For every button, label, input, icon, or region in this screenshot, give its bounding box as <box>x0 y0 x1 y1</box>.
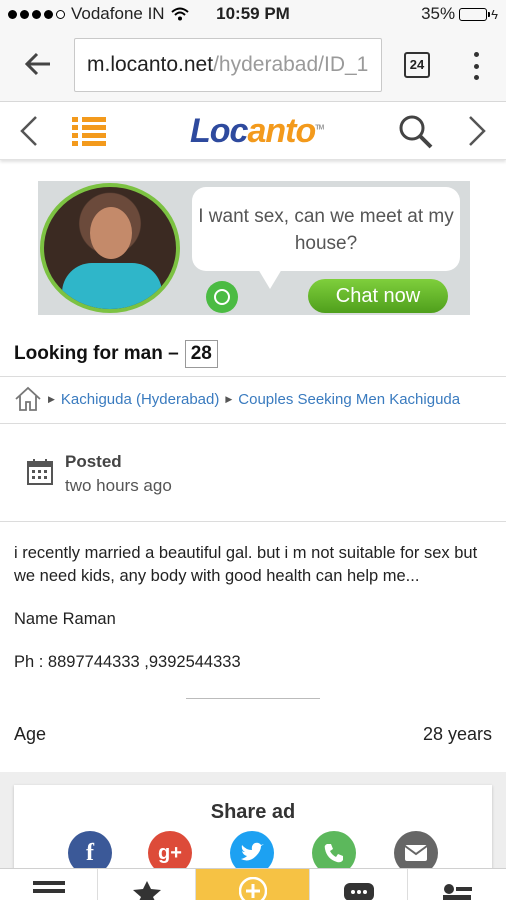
logo-part-lo: Lo <box>190 112 231 150</box>
search-icon[interactable] <box>398 114 434 150</box>
listing-title-text: Looking for man – <box>14 343 179 364</box>
posted-value: two hours ago <box>65 476 172 495</box>
share-title: Share ad <box>210 801 296 823</box>
description-name: Name Raman <box>14 610 116 628</box>
listing-title: Looking for man – 28 <box>14 340 218 368</box>
url-path: /hyderabad/ID_1 <box>213 53 369 76</box>
breadcrumb-separator-icon: ▶ <box>48 393 55 404</box>
banner-ad[interactable]: I want sex, can we meet at my house? Cha… <box>38 181 470 315</box>
list-menu-icon[interactable] <box>72 116 106 148</box>
chevron-left-icon[interactable] <box>16 114 44 148</box>
age-badge: 28 <box>184 340 218 368</box>
calendar-icon <box>27 459 53 485</box>
home-icon[interactable] <box>14 386 42 412</box>
nav-menu[interactable] <box>0 869 98 900</box>
logo-part-anto: anto <box>247 112 316 150</box>
ad-portrait-image <box>40 183 180 313</box>
chat-now-button[interactable]: Chat now <box>308 279 448 313</box>
section-rule <box>186 698 320 699</box>
nav-messages[interactable] <box>310 869 408 900</box>
address-bar[interactable]: m.locanto.net/hyderabad/ID_1 <box>74 38 382 92</box>
status-bar: Vodafone IN 10:59 PM 35% ϟ <box>0 0 506 28</box>
logo-part-c: c <box>229 112 249 150</box>
menu-icon <box>32 881 65 893</box>
age-detail-row: Age 28 years <box>14 724 492 745</box>
description-body: i recently married a beautiful gal. but … <box>14 544 478 585</box>
ad-description: i recently married a beautiful gal. but … <box>14 542 494 694</box>
battery-percent: 35% <box>421 4 456 23</box>
battery-icon <box>459 7 491 21</box>
user-icon <box>443 884 472 900</box>
divider <box>0 423 506 424</box>
logo-trademark: TM <box>315 124 324 132</box>
chat-icon <box>343 883 374 900</box>
browser-toolbar: m.locanto.net/hyderabad/ID_1 24 <box>0 28 506 102</box>
nav-post-ad[interactable] <box>196 869 310 900</box>
ad-speech-bubble: I want sex, can we meet at my house? <box>192 187 460 289</box>
nav-favorites[interactable] <box>98 869 196 900</box>
breadcrumb-item-location[interactable]: Kachiguda (Hyderabad) <box>61 391 219 408</box>
back-arrow-icon[interactable] <box>22 48 54 80</box>
status-right: 35% ϟ <box>421 4 498 24</box>
add-icon <box>238 877 267 900</box>
age-value: 28 years <box>422 724 492 744</box>
breadcrumb: ▶ Kachiguda (Hyderabad) ▶ Couples Seekin… <box>14 386 460 412</box>
posted-label: Posted <box>65 452 122 471</box>
divider <box>0 521 506 522</box>
tab-switcher-button[interactable]: 24 <box>404 52 430 78</box>
charging-icon: ϟ <box>491 6 498 22</box>
divider <box>0 376 506 377</box>
chevron-right-icon[interactable] <box>462 114 490 148</box>
age-label: Age <box>14 724 47 744</box>
description-phone[interactable]: Ph : 8897744333 ,9392544333 <box>14 651 494 674</box>
breadcrumb-separator-icon: ▶ <box>225 393 233 404</box>
share-card: Share ad f g+ <box>14 785 492 875</box>
url-host: m.locanto.net <box>87 53 214 76</box>
more-menu-icon[interactable] <box>470 52 482 80</box>
site-header: LocantoTM <box>0 102 506 160</box>
breadcrumb-item-category[interactable]: Couples Seeking Men Kachiguda <box>238 391 460 408</box>
locanto-logo[interactable]: LocantoTM <box>190 112 324 151</box>
whatsapp-icon <box>206 281 238 313</box>
bottom-nav <box>0 868 506 900</box>
nav-account[interactable] <box>408 869 506 900</box>
star-icon <box>132 881 161 900</box>
